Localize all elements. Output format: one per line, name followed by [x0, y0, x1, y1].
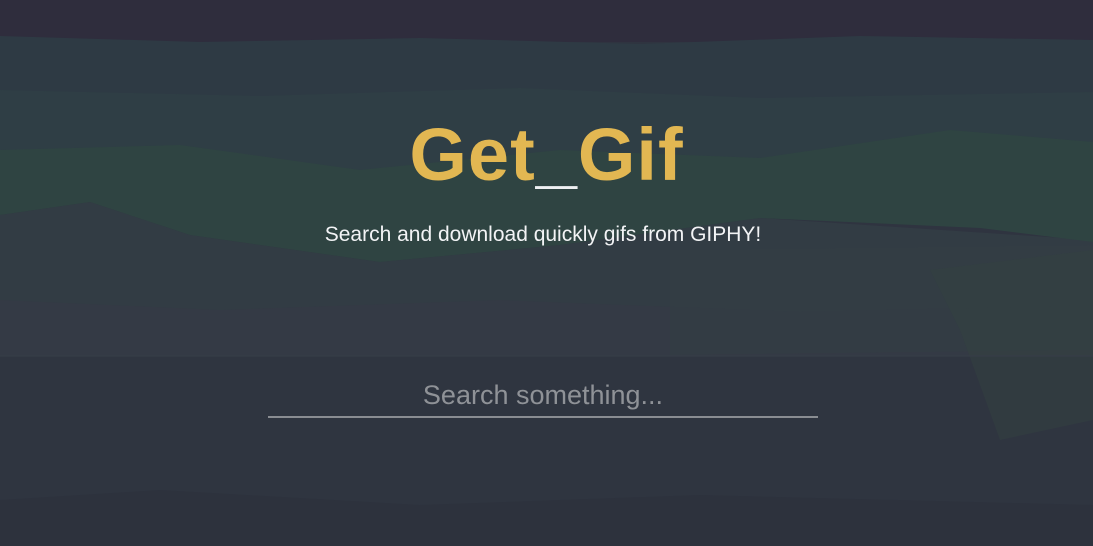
title-gif: Gif: [577, 113, 684, 196]
title-underscore: _: [535, 113, 578, 196]
search-input[interactable]: [268, 378, 818, 418]
app-subtitle: Search and download quickly gifs from GI…: [324, 223, 762, 246]
search-container: [268, 378, 818, 418]
main-content: Get_Gif Search and download quickly gifs…: [0, 0, 1093, 546]
title-get: Get: [409, 113, 536, 196]
app-title: Get_Gif: [0, 110, 1093, 200]
